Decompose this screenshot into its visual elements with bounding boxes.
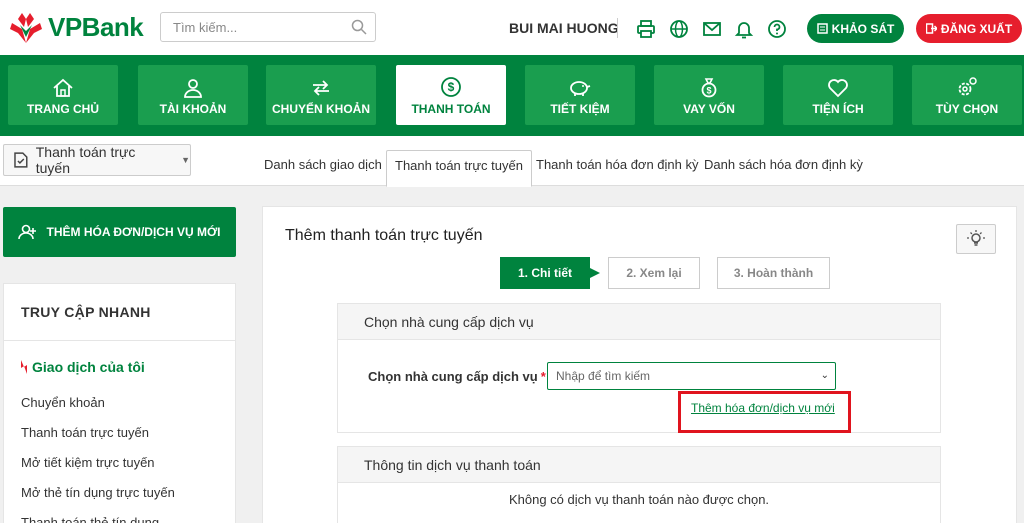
tab-transaction-list[interactable]: Danh sách giao dịch [264,150,382,180]
quick-access-panel: TRUY CẬP NHANH Giao dịch của tôi Chuyển … [3,283,236,523]
header-divider [617,18,618,38]
nav-label: VAY VỐN [683,102,735,116]
nav-item-savings[interactable]: TIẾT KIỆM [525,65,635,125]
provider-field-label: Chọn nhà cung cấp dịch vụ * [368,369,546,384]
logout-button[interactable]: ĐĂNG XUẤT [916,14,1022,43]
document-check-icon [14,152,28,168]
add-bill-service-label: THÊM HÓA ĐƠN/DỊCH VỤ MỚI [46,225,221,239]
help-icon[interactable] [767,19,787,39]
search-box [160,12,376,42]
tips-button[interactable] [956,224,996,254]
username: BUI MAI HUONG [509,20,619,36]
tab-online-payment[interactable]: Thanh toán trực tuyến [386,150,532,187]
nav-item-home[interactable]: TRANG CHỦ [8,65,118,125]
tab-recurring-payment[interactable]: Thanh toán hóa đơn định kỳ [536,150,698,180]
logout-label: ĐĂNG XUẤT [940,21,1013,36]
quick-link[interactable]: Mở thẻ tín dụng trực tuyến [21,485,175,500]
payment-info-card-header: Thông tin dịch vụ thanh toán [338,447,940,483]
my-transactions-label: Giao dịch của tôi [32,359,145,375]
brand-name: VPBank [48,12,144,42]
user-add-icon [18,224,37,240]
nav-item-account[interactable]: TÀI KHOẢN [138,65,248,125]
lightbulb-icon [967,230,985,246]
dollar-icon: $ [441,77,461,97]
nav-item-loan[interactable]: $ VAY VỐN [654,65,764,125]
add-bill-service-button[interactable]: THÊM HÓA ĐƠN/DỊCH VỤ MỚI [3,207,236,257]
mail-icon[interactable] [702,19,722,39]
caret-down-icon: ▼ [181,155,190,165]
main-nav: TRANG CHỦ TÀI KHOẢN CHUYỂN KHOẢN $ THANH… [0,55,1024,136]
money-bag-icon: $ [701,78,717,98]
heart-icon [828,79,848,98]
globe-icon[interactable] [669,19,689,39]
provider-card: Chọn nhà cung cấp dịch vụ Chọn nhà cung … [337,303,941,433]
search-input[interactable] [161,13,341,41]
step-review: 2. Xem lại [608,257,700,289]
clipboard-icon [816,23,828,34]
step-complete: 3. Hoàn thành [717,257,830,289]
svg-text:$: $ [706,86,711,96]
chevron-down-icon: ⌄ [820,370,829,381]
nav-label: TÀI KHOẢN [159,102,227,116]
svg-text:$: $ [448,80,455,94]
my-transactions-heading[interactable]: Giao dịch của tôi [20,359,145,375]
nav-item-payment[interactable]: $ THANH TOÁN [396,65,506,125]
sub-navigation: Thanh toán trực tuyến ▼ Danh sách giao d… [0,136,1024,187]
nav-item-transfer[interactable]: CHUYỂN KHOẢN [266,65,376,125]
vpbank-logo-icon [10,12,42,43]
provider-card-header: Chọn nhà cung cấp dịch vụ [338,304,940,340]
bell-icon[interactable] [734,19,754,39]
top-header: VPBank BUI MAI HUONG KHẢO SÁT Đ [0,0,1024,55]
quick-link[interactable]: Mở tiết kiệm trực tuyến [21,455,155,470]
home-icon [53,78,73,97]
lightning-icon [21,360,27,374]
piggy-bank-icon [570,81,591,96]
quick-access-title: TRUY CẬP NHANH [4,284,235,341]
quick-link[interactable]: Thanh toán thẻ tín dụng [21,515,159,523]
transfer-icon [313,80,329,96]
provider-field-label-text: Chọn nhà cung cấp dịch vụ [368,369,538,384]
nav-label: TIẾT KIỆM [550,102,610,116]
nav-item-options[interactable]: TÙY CHỌN [912,65,1022,125]
empty-message: Không có dịch vụ thanh toán nào được chọ… [508,492,770,507]
logout-icon [925,23,937,34]
provider-select[interactable]: Nhập để tìm kiếm ⌄ [547,362,836,390]
provider-select-placeholder: Nhập để tìm kiếm [556,369,651,383]
payment-info-card: Thông tin dịch vụ thanh toán Không có dị… [337,446,941,523]
page-title: Thêm thanh toán trực tuyến [285,227,483,244]
survey-label: KHẢO SÁT [831,21,895,36]
quick-link[interactable]: Thanh toán trực tuyến [21,425,149,440]
add-bill-service-link[interactable]: Thêm hóa đơn/dịch vụ mới [691,401,835,415]
nav-label: CHUYỂN KHOẢN [271,102,370,116]
vpbank-logo[interactable]: VPBank [10,12,144,43]
nav-label: TIỆN ÍCH [812,102,864,116]
nav-item-utilities[interactable]: TIỆN ÍCH [783,65,893,125]
printer-icon[interactable] [636,19,656,39]
nav-label: THANH TOÁN [411,102,491,116]
main-panel: Thêm thanh toán trực tuyến 1. Chi tiết 2… [262,206,1017,523]
tab-recurring-bill-list[interactable]: Danh sách hóa đơn định kỳ [704,150,863,180]
nav-label: TÙY CHỌN [935,102,999,116]
survey-button[interactable]: KHẢO SÁT [807,14,904,43]
nav-label: TRANG CHỦ [27,102,99,116]
section-selector-label: Thanh toán trực tuyến [35,144,136,176]
user-icon [184,79,202,98]
search-icon[interactable] [351,19,367,35]
section-selector[interactable]: Thanh toán trực tuyến ▼ [3,144,191,176]
quick-link[interactable]: Chuyển khoản [21,395,105,410]
required-mark: * [540,369,546,384]
step-details: 1. Chi tiết [500,257,600,289]
settings-icon [958,77,977,96]
